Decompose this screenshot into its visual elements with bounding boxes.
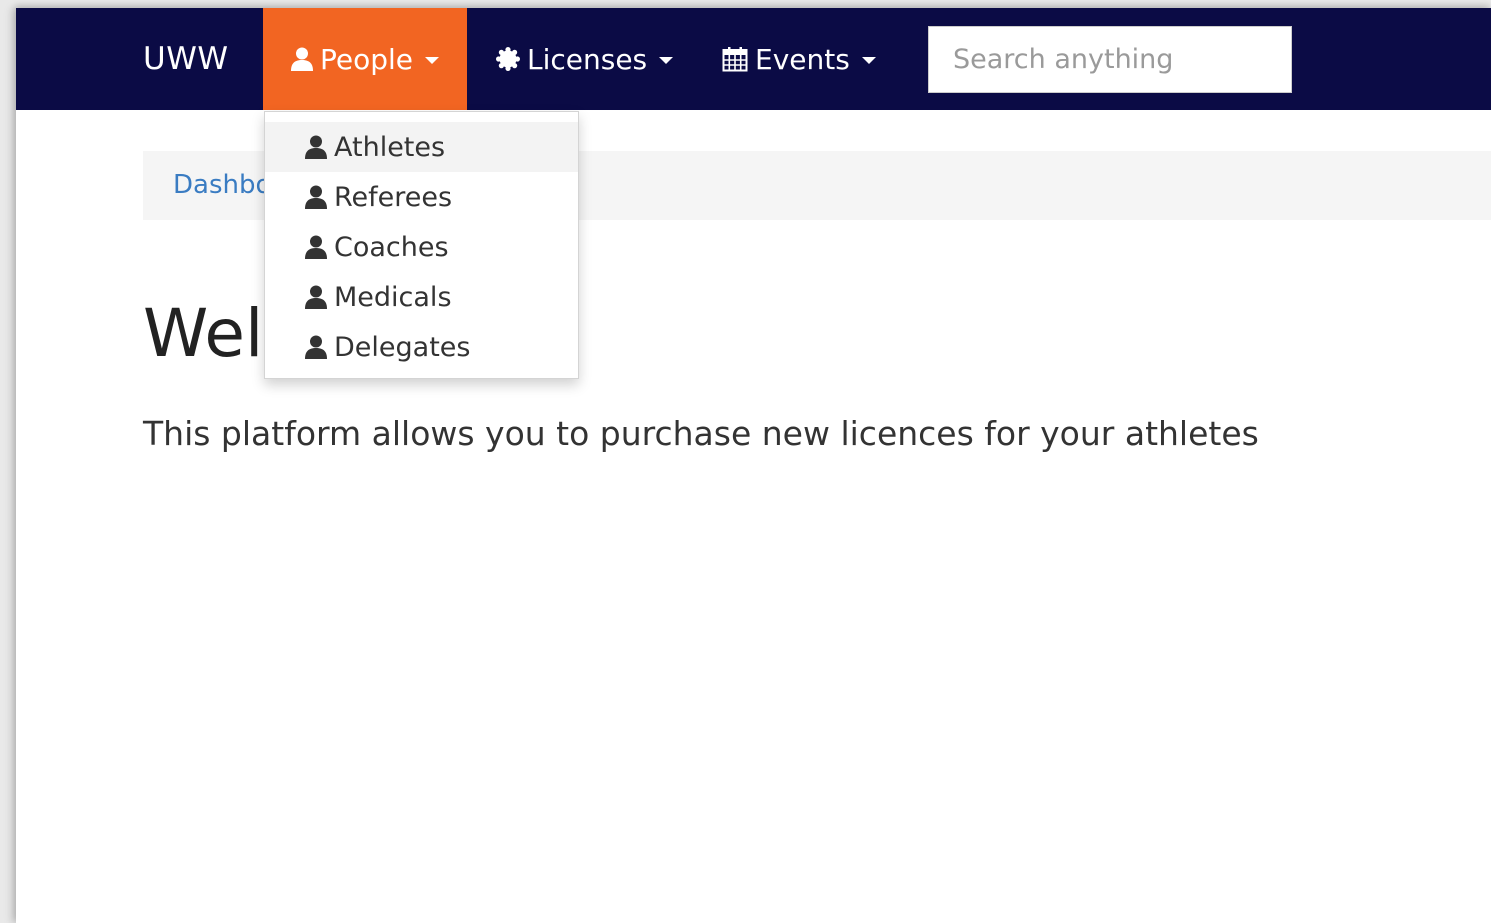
brand-logo[interactable]: UWW (143, 8, 229, 110)
menu-item-medicals[interactable]: Medicals (265, 272, 578, 322)
menu-item-label: Delegates (334, 331, 471, 363)
menu-item-label: Referees (334, 181, 453, 213)
nav-people-dropdown[interactable]: People (263, 8, 467, 110)
user-icon (305, 335, 327, 359)
menu-item-delegates[interactable]: Delegates (265, 322, 578, 372)
caret-down-icon (861, 57, 876, 64)
user-icon (305, 135, 327, 159)
nav-licenses-dropdown[interactable]: Licenses (496, 8, 674, 110)
nav-licenses-label: Licenses (527, 42, 648, 76)
caret-down-icon (659, 57, 674, 64)
menu-item-referees[interactable]: Referees (265, 172, 578, 222)
caret-down-icon (425, 57, 440, 64)
user-icon (305, 235, 327, 259)
certificate-icon (496, 47, 520, 71)
people-dropdown-menu: Athletes Referees Coaches Medicals Deleg… (264, 111, 579, 379)
intro-text: This platform allows you to purchase new… (143, 414, 1259, 453)
breadcrumb-dashboard-link[interactable]: Dashbo (173, 170, 271, 200)
menu-item-athletes[interactable]: Athletes (265, 122, 578, 172)
search-input[interactable] (928, 26, 1292, 93)
user-icon (305, 285, 327, 309)
menu-item-label: Medicals (334, 281, 452, 313)
nav-events-label: Events (755, 42, 850, 76)
nav-people-label: People (320, 42, 414, 76)
nav-events-dropdown[interactable]: Events (722, 8, 876, 110)
app-window: UWW People Licenses Events Search anythi… (16, 8, 1491, 923)
menu-item-label: Coaches (334, 231, 449, 263)
user-icon (291, 47, 313, 71)
top-navbar: UWW People Licenses Events Search anythi… (16, 8, 1491, 110)
menu-item-label: Athletes (334, 131, 446, 163)
menu-item-coaches[interactable]: Coaches (265, 222, 578, 272)
page-title: Wel (143, 295, 264, 372)
calendar-icon (722, 46, 748, 72)
user-icon (305, 185, 327, 209)
